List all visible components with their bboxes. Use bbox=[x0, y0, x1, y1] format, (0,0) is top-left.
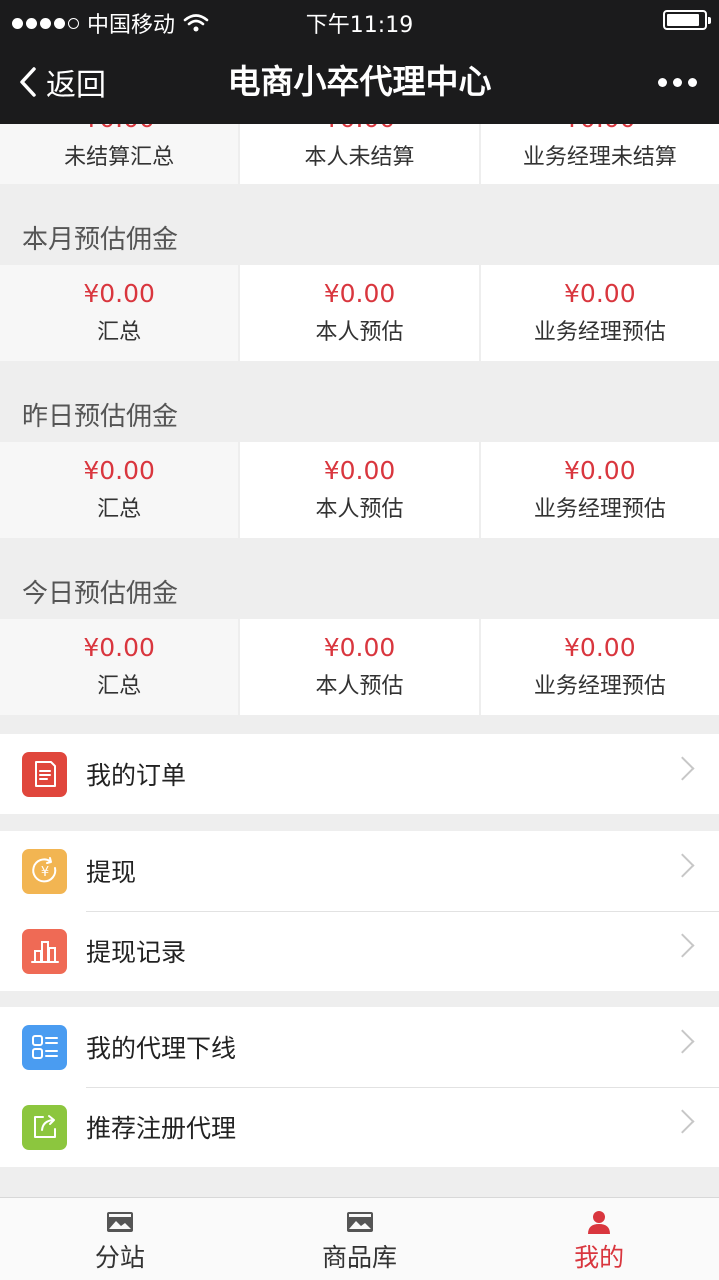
stat-label: 业务经理未结算 bbox=[522, 145, 677, 170]
chevron-right-icon bbox=[670, 853, 695, 878]
status-bar: 中国移动 下午11:19 bbox=[0, 0, 719, 40]
chevron-right-icon bbox=[670, 1029, 695, 1054]
page-title: 电商小卒代理中心 bbox=[227, 62, 492, 101]
tab-bar: 分站 商品库 我的 bbox=[0, 1197, 719, 1280]
scroll-content[interactable]: ¥0.00 未结算汇总 ¥0.00 本人未结算 ¥0.00 业务经理未结算 本月… bbox=[0, 124, 719, 1197]
stat-cell[interactable]: ¥0.00 本人未结算 bbox=[240, 124, 479, 184]
tab-label: 分站 bbox=[94, 1243, 145, 1272]
stat-cell[interactable]: ¥0.00 业务经理预估 bbox=[480, 442, 719, 538]
status-time: 下午11:19 bbox=[305, 13, 414, 38]
my-orders-item[interactable]: 我的订单 bbox=[0, 734, 719, 814]
stat-amount: ¥0.00 bbox=[564, 279, 636, 308]
stat-row: ¥0.00 汇总 ¥0.00 本人预估 ¥0.00 业务经理预估 bbox=[0, 619, 719, 715]
stat-label: 业务经理预估 bbox=[533, 674, 666, 699]
stat-label: 本人预估 bbox=[315, 320, 404, 345]
stat-row: ¥0.00 汇总 ¥0.00 本人预估 ¥0.00 业务经理预估 bbox=[0, 265, 719, 361]
tab-label: 商品库 bbox=[322, 1243, 398, 1272]
stat-cell[interactable]: ¥0.00 汇总 bbox=[0, 442, 239, 538]
menu-label: 我的订单 bbox=[86, 761, 187, 790]
withdraw-icon: ¥ bbox=[22, 848, 67, 894]
stat-amount: ¥0.00 bbox=[83, 279, 155, 308]
chevron-right-icon bbox=[670, 1109, 695, 1134]
more-dot-icon bbox=[658, 77, 667, 87]
menu-group-withdraw: ¥ 提现 提现记录 bbox=[0, 831, 719, 991]
stat-amount: ¥0.00 bbox=[240, 124, 478, 133]
svg-text:¥: ¥ bbox=[40, 865, 48, 880]
menu-label: 我的代理下线 bbox=[86, 1034, 237, 1063]
menu-label: 提现 bbox=[86, 858, 137, 887]
stat-row: ¥0.00 汇总 ¥0.00 本人预估 ¥0.00 业务经理预估 bbox=[0, 442, 719, 538]
stat-cell[interactable]: ¥0.00 汇总 bbox=[0, 619, 239, 715]
menu-group-orders: 我的订单 bbox=[0, 734, 719, 814]
unsettled-row: ¥0.00 未结算汇总 ¥0.00 本人未结算 ¥0.00 业务经理未结算 bbox=[0, 124, 719, 184]
stat-amount: ¥0.00 bbox=[564, 633, 636, 662]
user-icon bbox=[588, 1211, 611, 1234]
order-icon bbox=[22, 751, 67, 797]
tab-mine[interactable]: 我的 bbox=[479, 1198, 719, 1280]
stat-cell[interactable]: ¥0.00 汇总 bbox=[0, 265, 239, 361]
stat-label: 汇总 bbox=[97, 320, 142, 345]
stat-amount: ¥0.00 bbox=[83, 456, 155, 485]
menu-label: 提现记录 bbox=[86, 938, 187, 967]
stat-amount: ¥0.00 bbox=[323, 456, 396, 485]
stat-amount: ¥0.00 bbox=[323, 279, 396, 308]
recommend-agent-item[interactable]: 推荐注册代理 bbox=[0, 1087, 719, 1167]
menu-label: 推荐注册代理 bbox=[86, 1114, 237, 1143]
section-title: 本月预估佣金 bbox=[22, 225, 179, 255]
tab-product-library[interactable]: 商品库 bbox=[240, 1198, 480, 1280]
records-icon bbox=[22, 928, 67, 974]
stat-label: 业务经理预估 bbox=[533, 497, 666, 522]
stat-cell[interactable]: ¥0.00 业务经理预估 bbox=[480, 619, 719, 715]
my-downlines-item[interactable]: 我的代理下线 bbox=[0, 1007, 719, 1087]
stat-label: 本人预估 bbox=[315, 497, 404, 522]
more-dot-icon bbox=[673, 77, 682, 87]
section-title: 昨日预估佣金 bbox=[22, 402, 179, 432]
stat-label: 本人预估 bbox=[315, 674, 404, 699]
battery-icon bbox=[663, 10, 711, 30]
tab-substation[interactable]: 分站 bbox=[0, 1198, 240, 1280]
section-title: 今日预估佣金 bbox=[22, 579, 179, 609]
chevron-right-icon bbox=[670, 933, 695, 958]
image-icon bbox=[106, 1212, 133, 1232]
stat-amount: ¥0.00 bbox=[0, 124, 238, 133]
stat-amount: ¥0.00 bbox=[323, 633, 396, 662]
stat-cell[interactable]: ¥0.00 本人预估 bbox=[240, 265, 479, 361]
stat-amount: ¥0.00 bbox=[83, 633, 155, 662]
stat-label: 业务经理预估 bbox=[533, 320, 666, 345]
menu-group-agents: 我的代理下线 推荐注册代理 bbox=[0, 1007, 719, 1167]
image-icon bbox=[346, 1212, 373, 1232]
stat-cell[interactable]: ¥0.00 业务经理未结算 bbox=[480, 124, 719, 184]
more-dot-icon bbox=[688, 77, 697, 87]
list-icon bbox=[22, 1024, 67, 1070]
stat-label: 未结算汇总 bbox=[64, 145, 175, 170]
tab-label: 我的 bbox=[574, 1243, 625, 1272]
stat-amount: ¥0.00 bbox=[481, 124, 719, 133]
withdraw-item[interactable]: ¥ 提现 bbox=[0, 831, 719, 911]
stat-amount: ¥0.00 bbox=[564, 456, 636, 485]
nav-bar: 返回 电商小卒代理中心 bbox=[0, 40, 719, 124]
share-icon bbox=[22, 1104, 67, 1150]
stat-label: 汇总 bbox=[97, 497, 142, 522]
stat-cell[interactable]: ¥0.00 本人预估 bbox=[240, 619, 479, 715]
stat-cell[interactable]: ¥0.00 未结算汇总 bbox=[0, 124, 239, 184]
stat-label: 本人未结算 bbox=[304, 145, 415, 170]
withdraw-records-item[interactable]: 提现记录 bbox=[0, 911, 719, 991]
stat-label: 汇总 bbox=[97, 674, 142, 699]
more-button[interactable] bbox=[658, 40, 697, 124]
stat-cell[interactable]: ¥0.00 本人预估 bbox=[240, 442, 479, 538]
chevron-right-icon bbox=[670, 756, 695, 781]
stat-cell[interactable]: ¥0.00 业务经理预估 bbox=[480, 265, 719, 361]
